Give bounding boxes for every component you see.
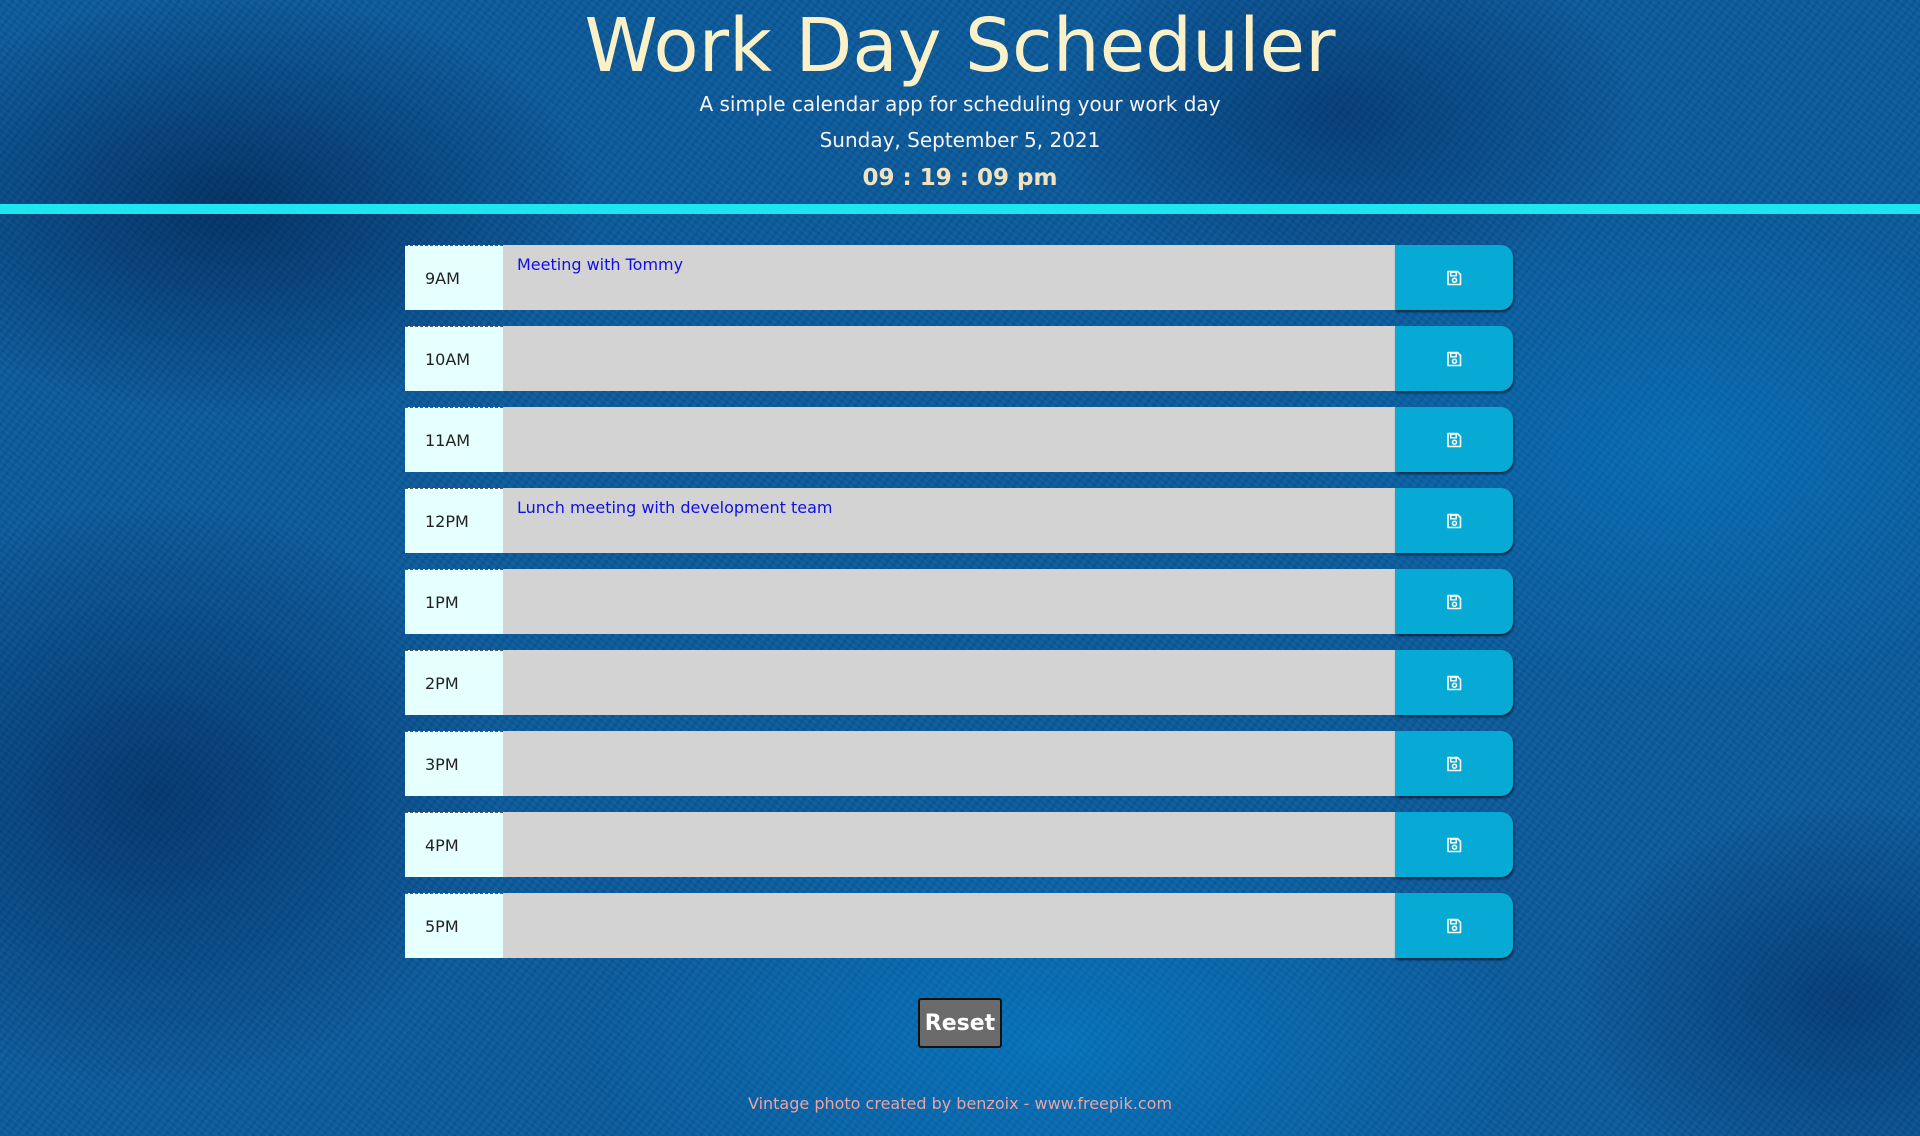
save-button[interactable]	[1395, 731, 1513, 796]
save-button[interactable]	[1395, 488, 1513, 553]
hour-label: 5PM	[405, 893, 503, 958]
photo-credit: Vintage photo created by benzoix - www.f…	[747, 1094, 1173, 1113]
event-description-input[interactable]	[503, 407, 1395, 472]
hour-label: 1PM	[405, 569, 503, 634]
time-block-row: 11AM	[405, 407, 1515, 472]
page-header: Work Day Scheduler A simple calendar app…	[0, 0, 1920, 204]
hour-label: 11AM	[405, 407, 503, 472]
event-description-input[interactable]	[503, 326, 1395, 391]
current-time: 09 : 19 : 09 pm	[862, 165, 1058, 191]
event-description-input[interactable]	[503, 731, 1395, 796]
time-block-row: 3PM	[405, 731, 1515, 796]
event-description-input[interactable]: Lunch meeting with development team	[503, 488, 1395, 553]
save-icon	[1447, 432, 1462, 447]
save-icon	[1447, 594, 1462, 609]
reset-button[interactable]: Reset	[918, 998, 1002, 1048]
time-block-row: 1PM	[405, 569, 1515, 634]
save-button[interactable]	[1395, 893, 1513, 958]
save-icon	[1447, 837, 1462, 852]
event-description-input[interactable]: Meeting with Tommy	[503, 245, 1395, 310]
hour-label: 9AM	[405, 245, 503, 310]
save-icon	[1447, 675, 1462, 690]
time-block-row: 9AM Meeting with Tommy	[405, 245, 1515, 310]
current-date: Sunday, September 5, 2021	[819, 128, 1101, 152]
save-button[interactable]	[1395, 407, 1513, 472]
time-block-row: 12PM Lunch meeting with development team	[405, 488, 1515, 553]
save-icon	[1447, 918, 1462, 933]
time-block-row: 4PM	[405, 812, 1515, 877]
page-title: Work Day Scheduler	[584, 3, 1336, 89]
event-description-input[interactable]	[503, 569, 1395, 634]
time-block-row: 10AM	[405, 326, 1515, 391]
save-button[interactable]	[1395, 812, 1513, 877]
hour-label: 10AM	[405, 326, 503, 391]
save-icon	[1447, 270, 1462, 285]
hour-label: 4PM	[405, 812, 503, 877]
event-description-input[interactable]	[503, 893, 1395, 958]
time-block-row: 2PM	[405, 650, 1515, 715]
save-button[interactable]	[1395, 326, 1513, 391]
time-block-row: 5PM	[405, 893, 1515, 958]
save-icon	[1447, 513, 1462, 528]
save-button[interactable]	[1395, 650, 1513, 715]
save-button[interactable]	[1395, 569, 1513, 634]
event-description-input[interactable]	[503, 812, 1395, 877]
hour-label: 2PM	[405, 650, 503, 715]
header-divider	[0, 204, 1920, 214]
save-button[interactable]	[1395, 245, 1513, 310]
hour-label: 3PM	[405, 731, 503, 796]
hour-label: 12PM	[405, 488, 503, 553]
save-icon	[1447, 756, 1462, 771]
schedule-container: 9AM Meeting with Tommy 10AM 11AM 12PM Lu…	[405, 245, 1515, 974]
save-icon	[1447, 351, 1462, 366]
page-subtitle: A simple calendar app for scheduling you…	[699, 92, 1221, 116]
event-description-input[interactable]	[503, 650, 1395, 715]
